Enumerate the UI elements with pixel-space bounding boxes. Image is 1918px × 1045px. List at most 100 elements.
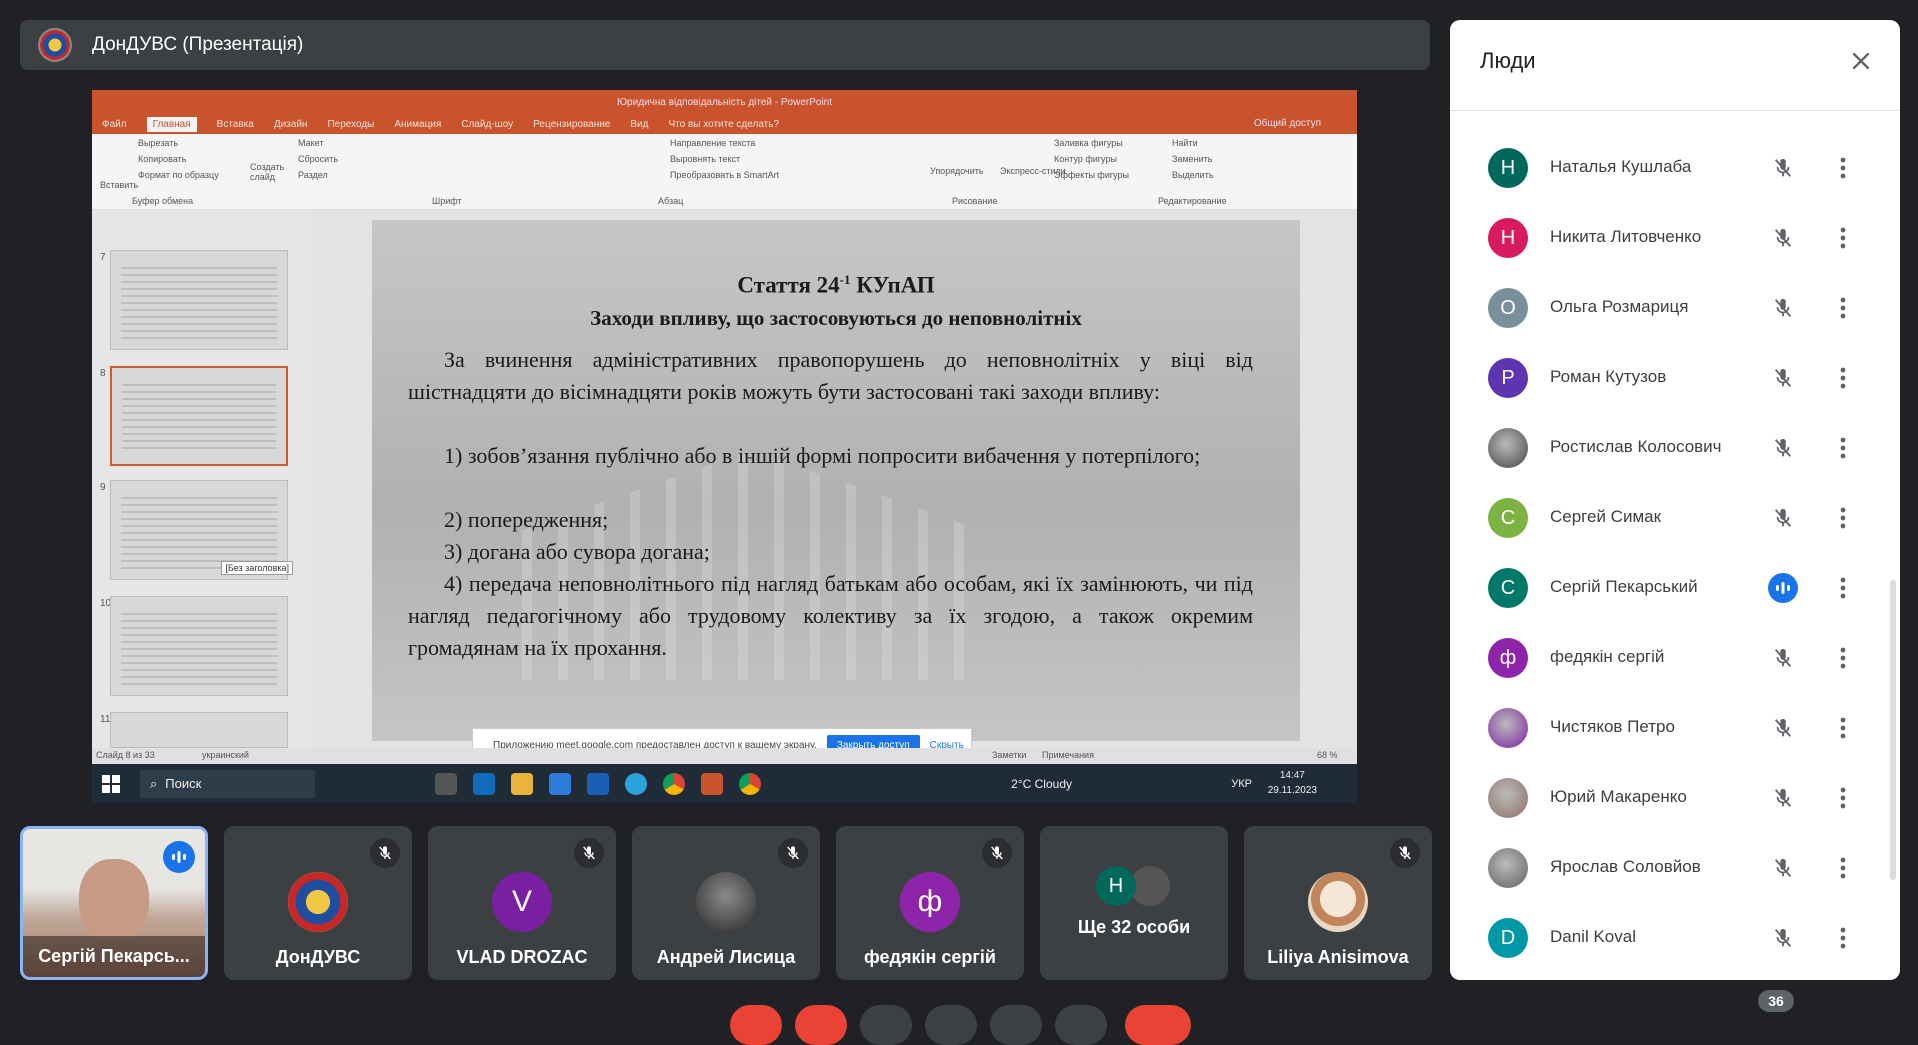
ribbon-smartart[interactable]: Преобразовать в SmartArt — [670, 170, 779, 180]
ribbon-section[interactable]: Раздел — [298, 170, 328, 180]
captions-button[interactable] — [860, 1005, 912, 1045]
ribbon-outline[interactable]: Контур фигуры — [1054, 154, 1117, 164]
mic-off-icon[interactable] — [1768, 643, 1798, 673]
ribbon-arrange[interactable]: Упорядочить — [930, 166, 984, 176]
ribbon-effects[interactable]: Эффекты фигуры — [1054, 170, 1129, 180]
ppt-tab-home[interactable]: Главная — [146, 116, 197, 132]
present-button[interactable] — [990, 1005, 1042, 1045]
ppt-tell-me[interactable]: Что вы хотите сделать? — [668, 119, 779, 130]
ppt-tab-animation[interactable]: Анимация — [394, 119, 441, 130]
windows-start-icon[interactable] — [102, 774, 120, 793]
leave-call-button[interactable] — [1125, 1005, 1191, 1045]
participant-tile[interactable]: ДонДУВС — [224, 826, 412, 980]
participant-tile[interactable]: Сергій Пекарсь... — [20, 826, 208, 980]
taskbar-search[interactable]: ⌕ Поиск — [140, 769, 315, 798]
slide-thumbnail[interactable] — [110, 712, 288, 748]
ribbon-direction[interactable]: Направление текста — [670, 138, 755, 148]
ppt-tab-insert[interactable]: Вставка — [217, 119, 254, 130]
more-vert-icon[interactable] — [1840, 437, 1846, 459]
ribbon-find[interactable]: Найти — [1172, 138, 1198, 148]
ribbon-align-text[interactable]: Выровнять текст — [670, 154, 740, 164]
ribbon-create-slide[interactable]: Создать слайд — [250, 162, 290, 182]
close-icon[interactable] — [1848, 48, 1874, 74]
task-view-icon[interactable] — [435, 772, 457, 795]
mic-off-icon[interactable] — [1768, 153, 1798, 183]
slide-thumbnail-selected[interactable] — [110, 366, 288, 466]
participant-tile[interactable]: ф федякін сергій — [836, 826, 1024, 980]
more-vert-icon[interactable] — [1840, 157, 1846, 179]
ribbon-format-painter[interactable]: Формат по образцу — [138, 170, 219, 180]
reactions-button[interactable] — [925, 1005, 977, 1045]
more-vert-icon[interactable] — [1840, 787, 1846, 809]
mic-off-icon[interactable] — [1768, 713, 1798, 743]
participant-row[interactable]: О Ольга Розмариця — [1450, 273, 1880, 343]
ribbon-paste[interactable]: Вставить — [100, 180, 138, 190]
participant-row[interactable]: С Сергей Симак — [1450, 483, 1880, 553]
powerpoint-icon[interactable] — [701, 772, 723, 795]
taskbar-clock[interactable]: 14:47 29.11.2023 — [1268, 768, 1317, 798]
mic-off-icon[interactable] — [1768, 923, 1798, 953]
more-vert-icon[interactable] — [1840, 857, 1846, 879]
chrome-icon[interactable] — [663, 772, 685, 795]
ribbon-copy[interactable]: Копировать — [138, 154, 186, 164]
ppt-tab-file[interactable]: Файл — [102, 119, 127, 130]
participant-row[interactable]: С Сергій Пекарський — [1450, 553, 1880, 623]
more-vert-icon[interactable] — [1840, 927, 1846, 949]
mic-off-icon[interactable] — [1768, 853, 1798, 883]
taskbar-language[interactable]: УКР — [1231, 778, 1252, 790]
ribbon-fill[interactable]: Заливка фигуры — [1054, 138, 1123, 148]
more-vert-icon[interactable] — [1840, 297, 1846, 319]
edge-icon[interactable] — [473, 772, 495, 795]
participant-tile[interactable]: V VLAD DROZAC — [428, 826, 616, 980]
ppt-tab-view[interactable]: Вид — [630, 119, 648, 130]
ribbon-layout[interactable]: Макет — [298, 138, 323, 148]
explorer-icon[interactable] — [511, 772, 533, 795]
more-vert-icon[interactable] — [1840, 717, 1846, 739]
mic-off-icon[interactable] — [1768, 363, 1798, 393]
chrome-icon[interactable] — [739, 772, 761, 795]
mic-off-icon[interactable] — [1768, 433, 1798, 463]
notes-button[interactable]: Заметки — [992, 750, 1026, 760]
slide-thumbnails-pane[interactable]: 7 8 9 [Без заголовка] 10 11 — [92, 210, 312, 748]
mic-toggle-button[interactable] — [730, 1005, 782, 1045]
zoom-level[interactable]: 68 % — [1317, 750, 1338, 760]
participant-row[interactable]: Н Никита Литовченко — [1450, 203, 1880, 273]
people-scrollbar[interactable] — [1890, 580, 1896, 880]
slide-thumbnail[interactable]: [Без заголовка] — [110, 480, 293, 580]
store-icon[interactable] — [549, 772, 571, 795]
participant-tile[interactable]: Liliya Anisimova — [1244, 826, 1432, 980]
ppt-share-button[interactable]: Общий доступ — [1254, 118, 1321, 129]
ribbon-cut[interactable]: Вырезать — [138, 138, 178, 148]
participant-row[interactable]: Юрий Макаренко — [1450, 763, 1880, 833]
comments-button[interactable]: Примечания — [1042, 750, 1094, 760]
participant-tile[interactable]: Андрей Лисица — [632, 826, 820, 980]
participant-row[interactable]: Ярослав Соловйов — [1450, 833, 1880, 903]
more-options-button[interactable] — [1055, 1005, 1107, 1045]
ppt-tab-review[interactable]: Рецензирование — [533, 119, 610, 130]
mic-off-icon[interactable] — [1768, 503, 1798, 533]
more-vert-icon[interactable] — [1840, 577, 1846, 599]
ppt-tab-design[interactable]: Дизайн — [274, 119, 308, 130]
ribbon-replace[interactable]: Заменить — [1172, 154, 1212, 164]
participant-row[interactable]: D Danil Koval — [1450, 903, 1880, 973]
mic-off-icon[interactable] — [1768, 223, 1798, 253]
more-vert-icon[interactable] — [1840, 367, 1846, 389]
participant-row[interactable]: Р Роман Кутузов — [1450, 343, 1880, 413]
more-vert-icon[interactable] — [1840, 647, 1846, 669]
more-vert-icon[interactable] — [1840, 227, 1846, 249]
ppt-tab-slideshow[interactable]: Слайд-шоу — [461, 119, 513, 130]
camera-toggle-button[interactable] — [795, 1005, 847, 1045]
slide-thumbnail[interactable] — [110, 596, 288, 696]
taskbar-weather[interactable]: 2°C Cloudy — [1011, 777, 1072, 791]
mic-off-icon[interactable] — [1768, 783, 1798, 813]
more-participants-tile[interactable]: Н Ще 32 особи — [1040, 826, 1228, 980]
participant-row[interactable]: Н Наталья Кушлаба — [1450, 133, 1880, 203]
participant-row[interactable]: Ростислав Колосович — [1450, 413, 1880, 483]
slide-thumbnail[interactable] — [110, 250, 288, 350]
ribbon-select[interactable]: Выделить — [1172, 170, 1214, 180]
mail-icon[interactable] — [587, 772, 609, 795]
more-vert-icon[interactable] — [1840, 507, 1846, 529]
mic-off-icon[interactable] — [1768, 293, 1798, 323]
participant-row[interactable]: Чистяков Петро — [1450, 693, 1880, 763]
ppt-tab-transitions[interactable]: Переходы — [327, 119, 374, 130]
